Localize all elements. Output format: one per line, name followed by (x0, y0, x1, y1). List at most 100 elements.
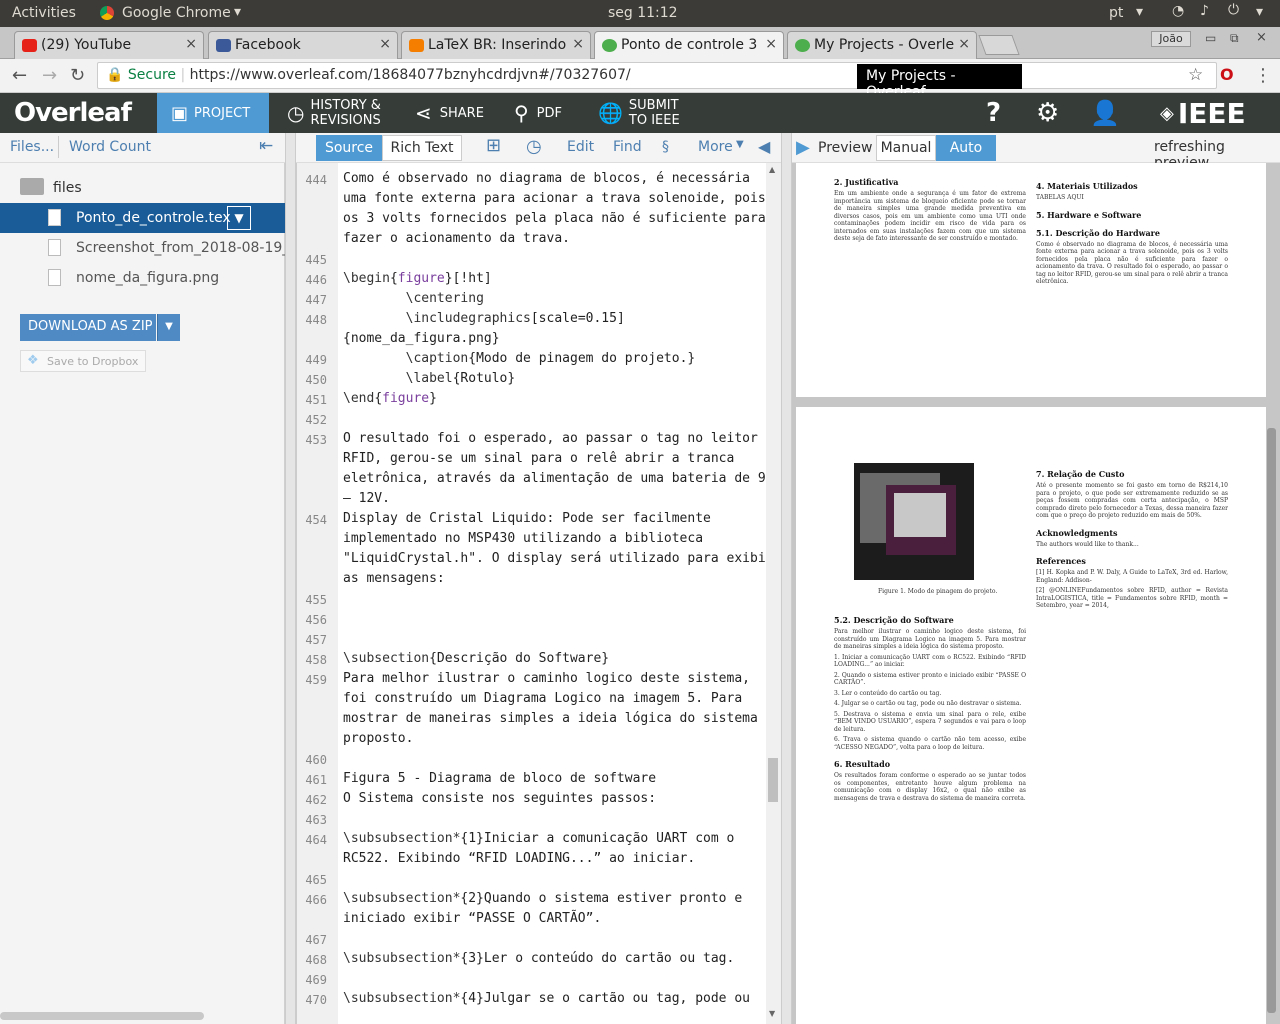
panel-divider[interactable] (781, 133, 792, 1024)
code-line[interactable]: RC522. Exibindo “RFID LOADING...” ao ini… (343, 851, 695, 866)
share-button[interactable]: ⋖ SHARE (415, 93, 484, 133)
code-line[interactable]: \subsubsection*{2}Quando o sistema estiv… (343, 891, 742, 906)
pdf-preview[interactable]: 2. Justificativa Em um ambiente onde a se… (792, 163, 1280, 1024)
profile-badge[interactable]: João (1151, 31, 1191, 47)
gear-icon[interactable]: ⚙ (1036, 93, 1059, 133)
forward-icon[interactable]: → (42, 65, 57, 86)
code-line[interactable]: os 3 volts fornecidos pela placa não é s… (343, 211, 766, 226)
minimize-icon[interactable]: ▭ (1205, 31, 1216, 45)
code-line[interactable]: \caption{Modo de pinagem do projeto.} (343, 351, 696, 366)
left-scrollbar[interactable] (0, 1012, 204, 1020)
code-line[interactable]: "LiquidCrystal.h". O display será utiliz… (343, 551, 773, 566)
code-line[interactable]: O resultado foi o esperado, ao passar o … (343, 431, 758, 446)
code-line[interactable]: implementado no MSP430 utilizando a bibl… (343, 531, 703, 546)
file-menu-chevron-icon[interactable]: ▼ (227, 206, 251, 230)
code-line[interactable]: foi construído um Diagrama Logico na ima… (343, 691, 742, 706)
code-line[interactable]: eletrônica, através da alimentação de um… (343, 471, 766, 486)
code-line[interactable]: proposto. (343, 731, 413, 746)
code-line[interactable]: uma fonte externa para acionar a trava s… (343, 191, 766, 206)
find-button[interactable]: Find (613, 139, 642, 155)
new-tab-button[interactable] (978, 35, 1020, 55)
tab-my-projects[interactable]: My Projects - Overle × (787, 31, 977, 59)
history-button[interactable]: ◷ HISTORY & REVISIONS (287, 93, 381, 133)
play-icon[interactable]: ▶ (796, 137, 810, 158)
overleaf-logo[interactable]: Overleaf (14, 93, 132, 133)
code-line[interactable]: \subsection{Descrição do Software} (343, 651, 609, 666)
power-icon[interactable]: ⏻ (1228, 2, 1239, 18)
word-count-button[interactable]: Word Count (69, 139, 151, 155)
close-icon[interactable]: × (185, 36, 197, 52)
code-line[interactable]: {nome_da_figura.png} (343, 331, 500, 346)
save-to-dropbox-button[interactable]: ❖ Save to Dropbox (20, 350, 146, 372)
user-icon[interactable]: 👤 (1090, 93, 1120, 133)
tab-youtube[interactable]: (29) YouTube × (14, 31, 204, 59)
download-dropdown-icon[interactable]: ▼ (157, 314, 180, 341)
preview-button[interactable]: Preview (818, 140, 873, 156)
pdf-button[interactable]: ⚲ PDF (514, 93, 562, 133)
code-line[interactable]: Para melhor ilustrar o caminho logico de… (343, 671, 750, 686)
auto-compile-button[interactable]: Auto (936, 135, 996, 161)
code-line[interactable]: \includegraphics[scale=0.15] (343, 311, 625, 326)
section-button[interactable]: § (662, 139, 669, 155)
submit-ieee-button[interactable]: 🌐 SUBMIT TO IEEE (598, 93, 680, 133)
download-zip-button[interactable]: DOWNLOAD AS ZIP (20, 314, 156, 341)
code-line[interactable]: \label{Rotulo} (343, 371, 516, 386)
scroll-thumb[interactable] (768, 758, 778, 802)
more-button[interactable]: More (698, 139, 733, 155)
code-line[interactable]: iniciado exibir “PASSE O CARTÃO”. (343, 911, 601, 926)
file-item-screenshot[interactable]: Screenshot_from_2018-08-19_20- (0, 233, 285, 263)
code-line[interactable]: O Sistema consiste nos seguintes passos: (343, 791, 656, 806)
project-button[interactable]: ▣ PROJECT (157, 93, 269, 133)
scroll-down-icon[interactable]: ▼ (769, 1009, 775, 1018)
code-line[interactable]: Display de Cristal Liquido: Pode ser fac… (343, 511, 711, 526)
clock[interactable]: seg 11:12 (608, 5, 678, 21)
restore-icon[interactable]: ⧉ (1230, 31, 1239, 46)
code-line[interactable]: fazer o acionamento da trava. (343, 231, 570, 246)
tab-facebook[interactable]: Facebook × (208, 31, 398, 59)
tab-latex-br[interactable]: LaTeX BR: Inserindo × (401, 31, 591, 59)
preview-scrollbar-thumb[interactable] (1267, 428, 1276, 1013)
history-icon[interactable]: ◷ (526, 136, 542, 157)
tab-ponto-de-controle[interactable]: Ponto de controle 3 × (594, 31, 784, 59)
code-line[interactable]: Figura 5 - Diagrama de bloco de software (343, 771, 656, 786)
code-line[interactable]: \subsubsection*{1}Iniciar a comunicação … (343, 831, 734, 846)
address-bar[interactable]: 🔒 Secure | https://www.overleaf.com/1868… (97, 62, 1217, 89)
code-line[interactable]: \subsubsection*{4}Julgar se o cartão ou … (343, 991, 750, 1006)
manual-compile-button[interactable]: Manual (876, 135, 936, 161)
close-icon[interactable]: × (958, 36, 970, 52)
code-line[interactable]: – 12V. (343, 491, 390, 506)
close-icon[interactable]: × (572, 36, 584, 52)
code-line[interactable]: \centering (343, 291, 484, 306)
scroll-up-icon[interactable]: ▲ (769, 165, 775, 174)
code-line[interactable]: \begin{figure}[!ht] (343, 271, 492, 286)
activities-button[interactable]: Activities (12, 5, 76, 21)
back-icon[interactable]: ← (12, 65, 27, 86)
collapse-panel-icon[interactable]: ⇤ (259, 136, 273, 156)
reload-icon[interactable]: ↻ (70, 65, 85, 86)
file-item-png[interactable]: nome_da_figura.png (0, 263, 285, 293)
rich-text-mode-button[interactable]: Rich Text (382, 135, 462, 161)
code-line[interactable]: as mensagens: (343, 571, 445, 586)
folder-label[interactable]: files (53, 180, 82, 196)
help-icon[interactable]: ? (986, 93, 1001, 133)
add-comment-icon[interactable]: ⊞ (486, 135, 501, 156)
editor-scrollbar[interactable]: ▲ ▼ (766, 163, 782, 1024)
toggle-preview-left-icon[interactable]: ◀ (758, 137, 770, 156)
menu-icon[interactable]: ⋮ (1254, 65, 1272, 86)
language-indicator[interactable]: pt (1109, 5, 1123, 21)
panel-divider[interactable] (285, 133, 296, 1024)
file-item-tex[interactable]: Ponto_de_controle.tex ▼ (0, 203, 285, 233)
close-icon[interactable]: × (765, 36, 777, 52)
code-line[interactable]: \subsubsection*{3}Ler o conteúdo do cart… (343, 951, 734, 966)
code-line[interactable]: \end{figure} (343, 391, 437, 406)
code-line[interactable]: mostrar de maneiras simples a ideia lógi… (343, 711, 758, 726)
close-window-icon[interactable]: × (1256, 30, 1267, 45)
app-menu[interactable]: Google Chrome (122, 5, 231, 21)
files-menu[interactable]: Files... (10, 139, 54, 155)
code-line[interactable]: RFID, gerou-se um sinal para o relê abri… (343, 451, 734, 466)
opera-icon[interactable]: O (1220, 65, 1234, 84)
bookmark-star-icon[interactable]: ☆ (1188, 65, 1203, 85)
edit-button[interactable]: Edit (567, 139, 594, 155)
code-line[interactable]: Como é observado no diagrama de blocos, … (343, 171, 750, 186)
close-icon[interactable]: × (379, 36, 391, 52)
